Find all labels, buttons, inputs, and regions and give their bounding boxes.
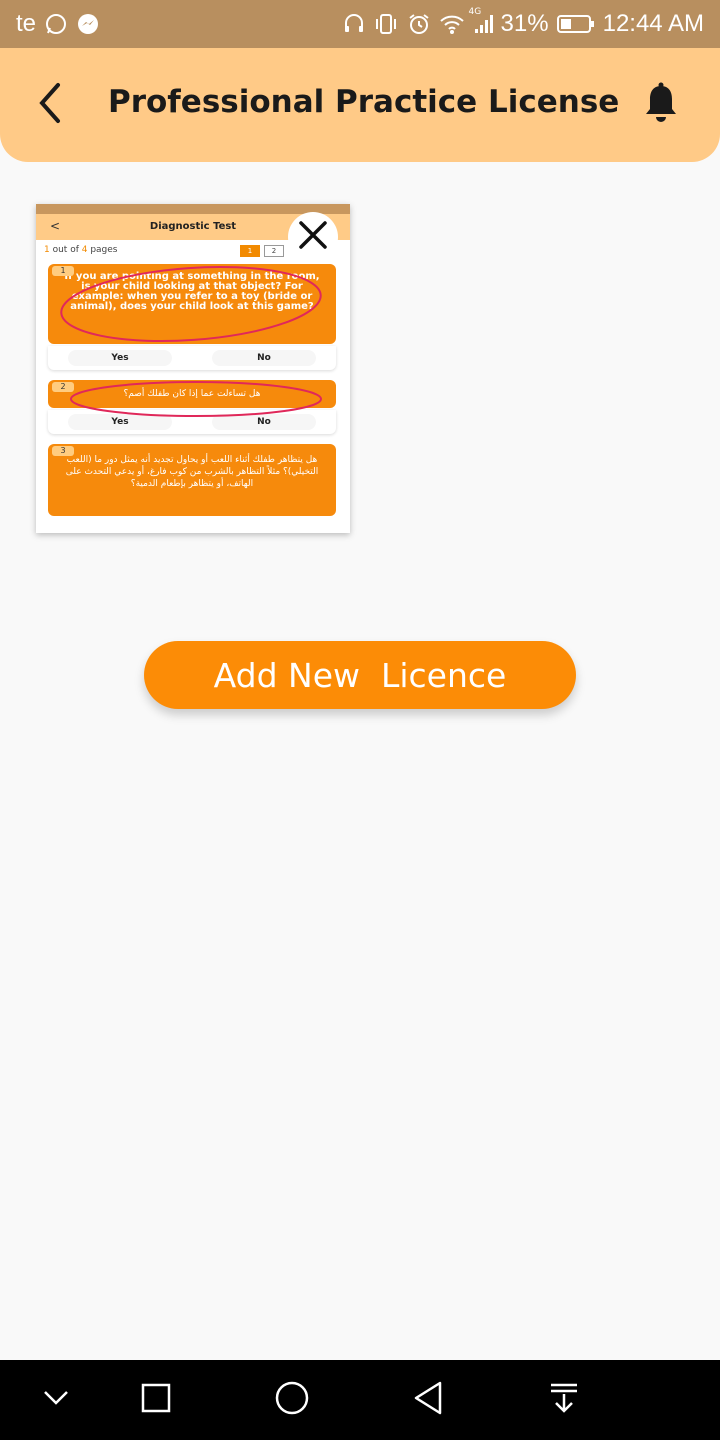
- nav-recents-button[interactable]: [136, 1380, 176, 1420]
- battery-icon: [556, 14, 595, 34]
- network-type: 4G: [468, 7, 482, 17]
- clock: 12:44 AM: [602, 10, 704, 37]
- system-nav-bar: [0, 1360, 720, 1440]
- whatsapp-icon: [44, 12, 68, 36]
- nav-home-button[interactable]: [272, 1380, 312, 1420]
- signal-icon: 4G: [469, 7, 493, 35]
- thumbnail-nav-bar: [36, 519, 350, 533]
- page-title: Professional Practice License: [108, 84, 620, 120]
- square-icon: [140, 1382, 172, 1418]
- remove-license-button[interactable]: [288, 212, 338, 262]
- alarm-icon: [407, 12, 431, 36]
- chevron-down-icon: [42, 1389, 70, 1411]
- vibrate-icon: [373, 13, 399, 35]
- headset-icon: [343, 13, 365, 35]
- license-thumbnail[interactable]: < Diagnostic Test 1 out of 4 pages 1 2 1…: [36, 204, 350, 533]
- back-button[interactable]: [30, 82, 70, 128]
- bell-icon: [643, 82, 679, 128]
- nav-back-button[interactable]: [408, 1380, 448, 1420]
- triangle-back-icon: [412, 1380, 444, 1420]
- status-right: 4G 31% 12:44 AM: [343, 7, 704, 38]
- download-icon: [548, 1382, 580, 1418]
- messenger-icon: [76, 12, 100, 36]
- nav-dropdown-button[interactable]: [36, 1380, 76, 1420]
- wifi-icon: [439, 13, 465, 35]
- notifications-button[interactable]: [642, 82, 680, 128]
- circle-home-icon: [274, 1380, 310, 1420]
- status-left: te: [16, 10, 100, 38]
- chevron-left-icon: [36, 82, 64, 128]
- nav-notifications-button[interactable]: [544, 1380, 584, 1420]
- carrier-label: te: [16, 10, 37, 37]
- battery-percent: 31%: [500, 10, 549, 37]
- close-icon: [298, 220, 328, 254]
- app-header: Professional Practice License: [0, 48, 720, 162]
- status-bar: te 4G 31% 12:44 AM: [0, 0, 720, 48]
- add-new-licence-button[interactable]: Add New Licence: [144, 641, 576, 709]
